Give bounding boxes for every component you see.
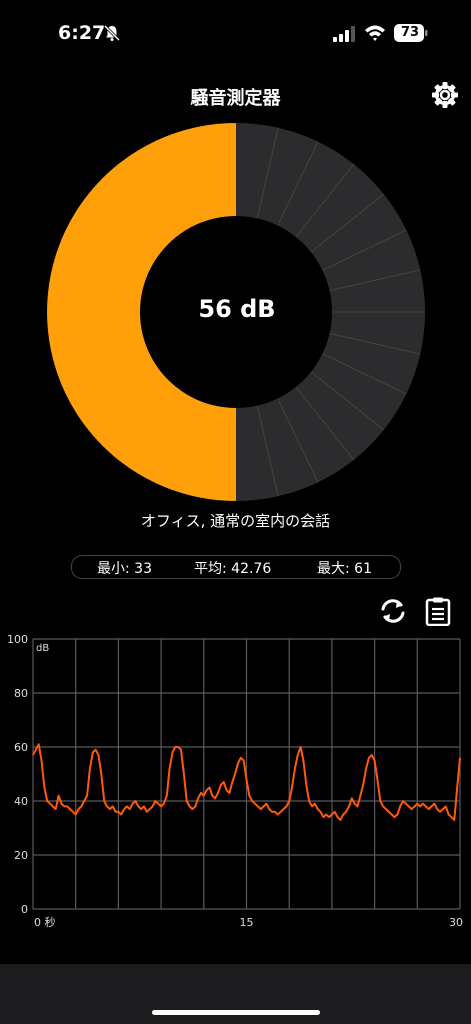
app-title: 騒音測定器 xyxy=(190,88,281,109)
current-db-value: 56 dB xyxy=(198,295,276,323)
stat-average: 平均: 42.76 xyxy=(194,561,272,577)
x-tick-label: 15 xyxy=(240,916,254,929)
cellular-signal-icon xyxy=(333,26,355,42)
stat-max: 最大: 61 xyxy=(317,561,372,577)
home-indicator[interactable] xyxy=(152,1010,320,1015)
y-unit-label: dB xyxy=(36,643,49,654)
battery-level: 73 xyxy=(400,25,420,40)
bottom-bar xyxy=(0,964,471,1024)
noise-category-label: オフィス, 通常の室内の会話 xyxy=(140,512,331,530)
status-bar: 6:27 73 xyxy=(0,0,471,60)
y-tick-label: 40 xyxy=(14,795,28,808)
bell-slash-icon xyxy=(103,24,121,42)
clipboard-icon[interactable] xyxy=(424,596,452,626)
y-tick-label: 60 xyxy=(14,741,28,754)
gear-icon[interactable] xyxy=(430,80,460,110)
wifi-icon xyxy=(365,25,385,41)
stats-summary: 最小: 33 平均: 42.76 最大: 61 xyxy=(71,555,401,579)
y-tick-label: 100 xyxy=(7,633,28,646)
y-tick-label: 20 xyxy=(14,849,28,862)
db-history-chart: 100 80 60 40 20 0 dB 0 秒 15 30 xyxy=(7,633,463,929)
refresh-icon[interactable] xyxy=(377,596,409,626)
x-tick-label: 0 秒 xyxy=(34,915,56,929)
y-tick-label: 0 xyxy=(21,903,28,916)
stat-min: 最小: 33 xyxy=(97,561,152,577)
recording-indicator-dot xyxy=(255,31,263,39)
status-time: 6:27 xyxy=(58,22,106,44)
x-tick-label: 30 xyxy=(449,916,463,929)
y-tick-label: 80 xyxy=(14,687,28,700)
